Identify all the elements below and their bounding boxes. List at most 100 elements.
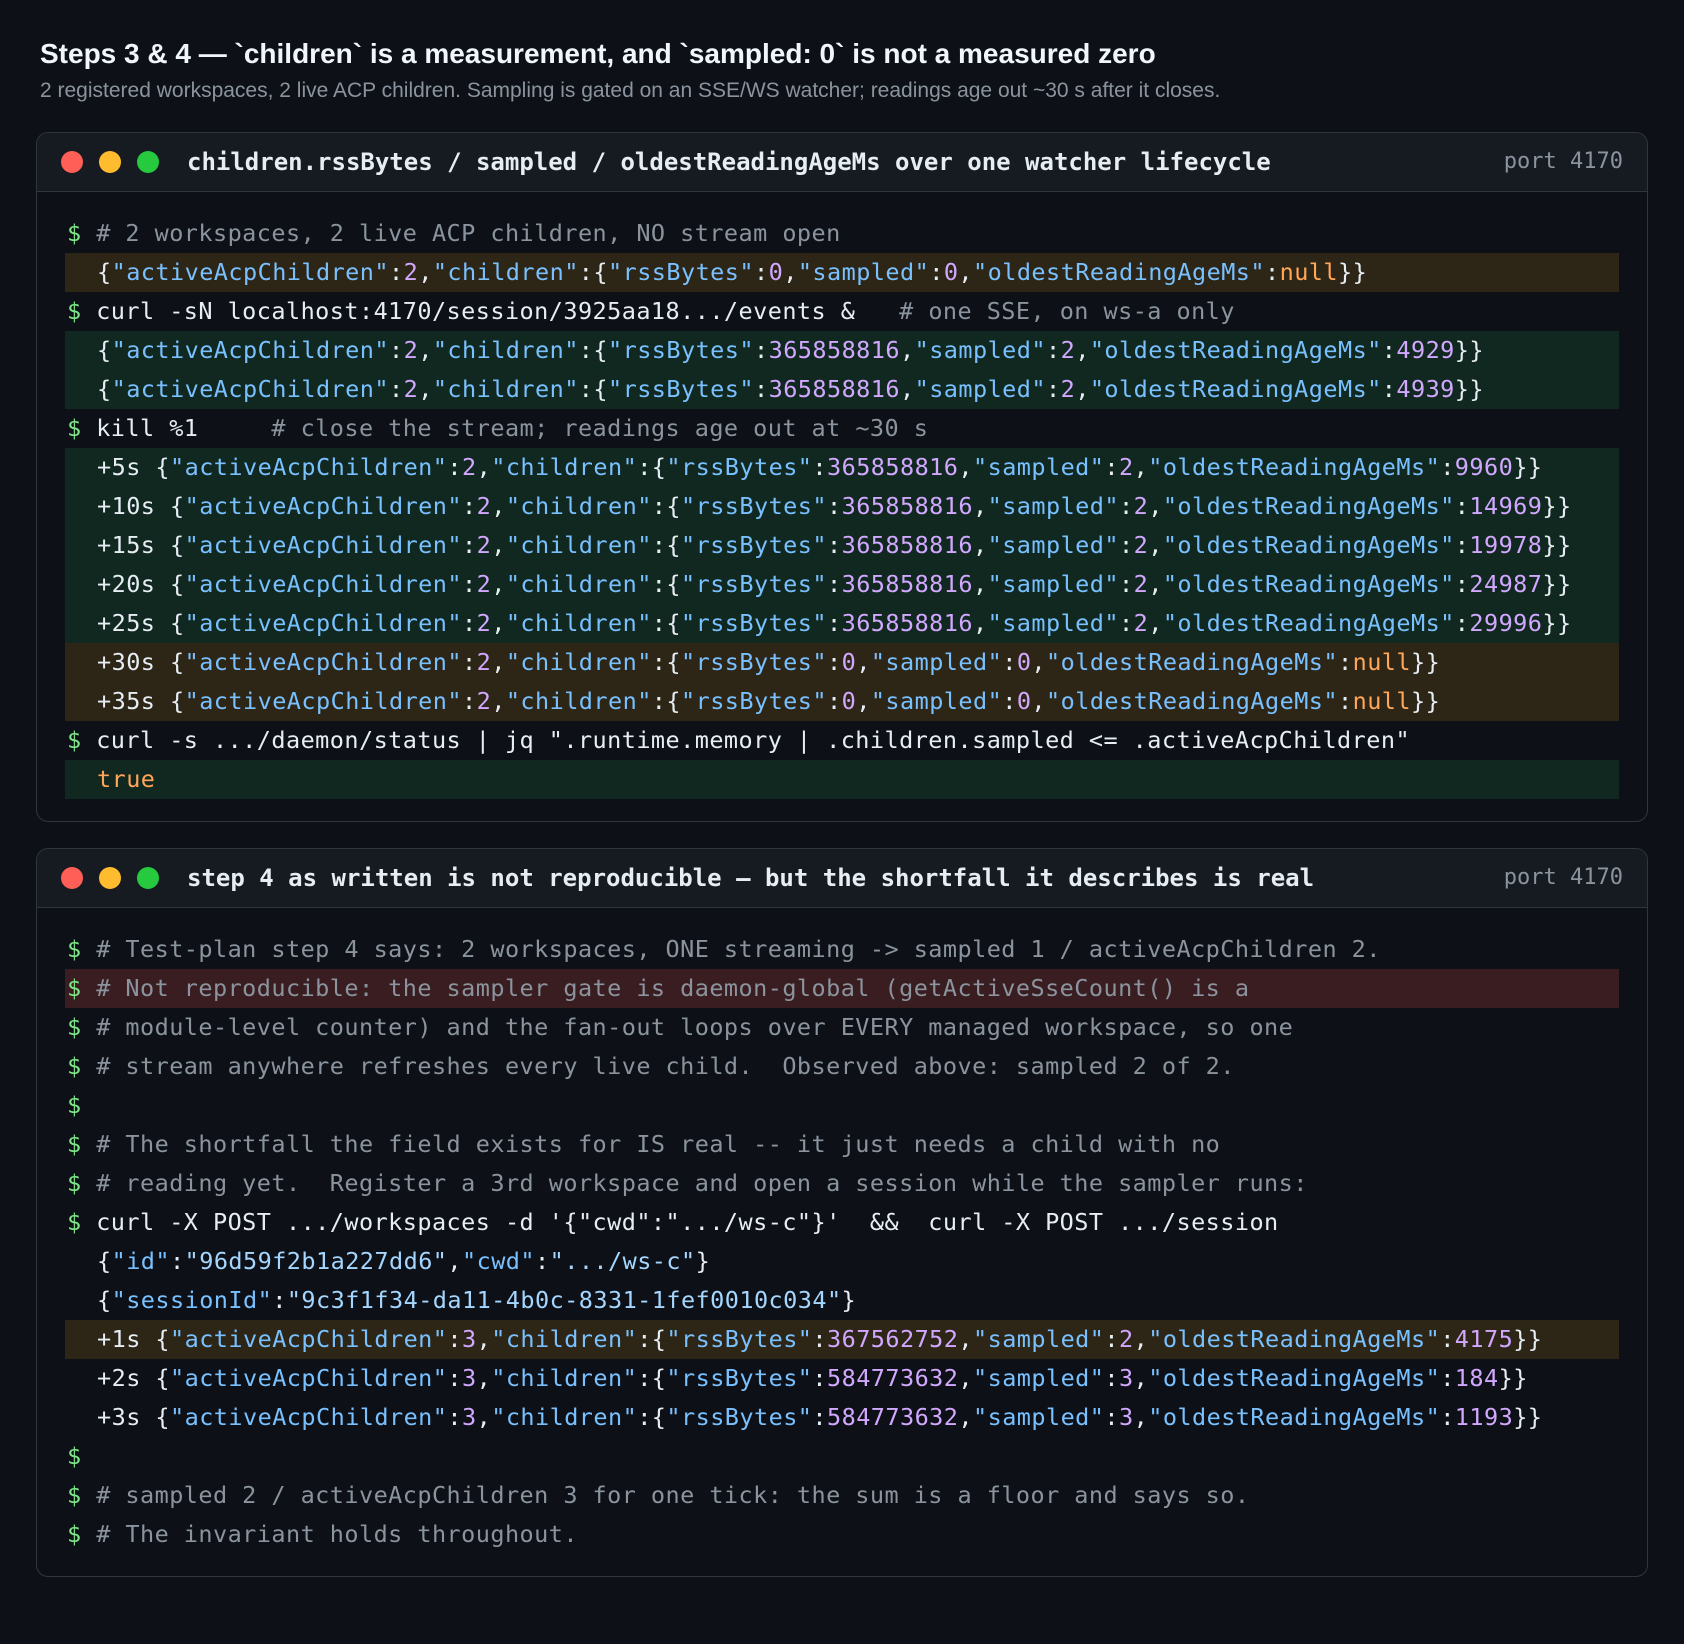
command-text: curl -X POST .../workspaces -d '{"cwd":"… (96, 1208, 1279, 1236)
json-punct: :{ (578, 375, 608, 403)
json-key: "children" (505, 492, 652, 520)
json-punct: { (155, 453, 171, 481)
json-punct: : (1002, 687, 1017, 715)
json-punct: , (491, 648, 506, 676)
output-line: {"activeAcpChildren":2,"children":{"rssB… (65, 370, 1619, 409)
json-punct: : (812, 1403, 827, 1431)
json-punct: { (97, 336, 112, 364)
json-key: "rssBytes" (681, 609, 827, 637)
json-value: 3 (462, 1325, 477, 1353)
json-value: 184 (1454, 1364, 1499, 1392)
json-key: "sampled" (973, 453, 1105, 481)
prompt-symbol: $ (67, 1130, 97, 1158)
terminal-title: step 4 as written is not reproducible — … (187, 864, 1315, 892)
json-value: 24987 (1469, 570, 1543, 598)
json-punct: , (972, 570, 988, 598)
output-line: {"activeAcpChildren":2,"children":{"rssB… (65, 331, 1619, 370)
close-window-icon[interactable] (61, 867, 83, 889)
json-punct: , (447, 1247, 463, 1275)
json-punct: : (812, 453, 827, 481)
json-punct: : (1454, 609, 1470, 637)
json-punct: { (155, 1325, 171, 1353)
json-punct: : (447, 453, 462, 481)
json-key: "rssBytes" (608, 336, 754, 364)
minimize-window-icon[interactable] (99, 151, 121, 173)
json-value: "96d59f2b1a227dd6" (184, 1247, 448, 1275)
json-punct: : (753, 258, 769, 286)
json-punct: , (476, 1403, 492, 1431)
json-key: "rssBytes" (681, 648, 827, 676)
json-key: "activeAcpChildren" (111, 375, 389, 403)
json-punct: : (1338, 687, 1353, 715)
json-value: true (97, 765, 156, 793)
json-punct: , (491, 492, 506, 520)
json-value: 0 (841, 648, 857, 676)
output-line: {"activeAcpChildren":2,"children":{"rssB… (65, 253, 1619, 292)
json-key: "children" (491, 1325, 638, 1353)
json-punct: , (1031, 648, 1047, 676)
prompt-symbol: $ (67, 1442, 97, 1470)
json-key: "sampled" (870, 687, 1003, 715)
json-punct: }} (1513, 1403, 1543, 1431)
json-punct: , (856, 648, 871, 676)
json-value: 2 (1133, 570, 1149, 598)
command-line: $ # sampled 2 / activeAcpChildren 3 for … (65, 1476, 1619, 1515)
json-punct: : (535, 1247, 550, 1275)
terminal-output[interactable]: $ # Test-plan step 4 says: 2 workspaces,… (37, 908, 1647, 1576)
json-punct: : (1381, 375, 1397, 403)
json-value: 2 (1060, 375, 1076, 403)
json-value: 2 (476, 492, 492, 520)
json-punct: : (1104, 453, 1119, 481)
json-key: "sessionId" (111, 1286, 273, 1314)
time-offset: +15s (97, 531, 170, 559)
maximize-window-icon[interactable] (137, 867, 159, 889)
json-punct: , (476, 1364, 492, 1392)
comment-text: # module-level counter) and the fan-out … (96, 1013, 1294, 1041)
json-key: "sampled" (973, 1325, 1105, 1353)
json-punct: : (170, 1247, 185, 1275)
close-window-icon[interactable] (61, 151, 83, 173)
json-punct: : (461, 687, 477, 715)
json-punct: , (418, 258, 433, 286)
json-value: 2 (476, 570, 492, 598)
json-punct: : (1440, 1325, 1455, 1353)
json-value: 365858816 (768, 336, 900, 364)
json-punct: , (972, 492, 988, 520)
json-punct: , (418, 375, 433, 403)
json-punct: }} (1542, 531, 1572, 559)
time-offset: +3s (97, 1403, 156, 1431)
json-key: "activeAcpChildren" (184, 570, 462, 598)
maximize-window-icon[interactable] (137, 151, 159, 173)
output-line: +2s {"activeAcpChildren":3,"children":{"… (65, 1359, 1619, 1398)
json-punct: : (826, 609, 842, 637)
comment-text: # Not reproducible: the sampler gate is … (96, 974, 1250, 1002)
port-label: port 4170 (1503, 865, 1623, 890)
json-punct: { (170, 609, 185, 637)
json-punct: , (972, 531, 988, 559)
json-key: "activeAcpChildren" (184, 648, 462, 676)
output-line: {"id":"96d59f2b1a227dd6","cwd":".../ws-c… (65, 1242, 1619, 1281)
json-key: "oldestReadingAgeMs" (1162, 492, 1455, 520)
page-subtitle: 2 registered workspaces, 2 live ACP chil… (40, 79, 1221, 102)
json-punct: : (1045, 336, 1061, 364)
output-line: +30s {"activeAcpChildren":2,"children":{… (65, 643, 1619, 682)
json-value: 3 (1119, 1403, 1134, 1431)
json-punct: }} (1542, 570, 1572, 598)
json-punct: , (958, 258, 974, 286)
prompt-symbol: $ (67, 297, 97, 325)
output-line: +10s {"activeAcpChildren":2,"children":{… (65, 487, 1619, 526)
json-value: 2 (476, 531, 492, 559)
minimize-window-icon[interactable] (99, 867, 121, 889)
command-line: $ curl -sN localhost:4170/session/3925aa… (65, 292, 1619, 331)
json-punct: , (1075, 336, 1090, 364)
json-key: "children" (432, 336, 579, 364)
json-punct: : (1440, 1403, 1455, 1431)
json-punct: : (272, 1286, 287, 1314)
json-punct: : (388, 258, 404, 286)
json-punct: }} (1513, 453, 1543, 481)
json-key: "sampled" (870, 648, 1003, 676)
json-value: 365858816 (768, 375, 900, 403)
json-value: 0 (841, 687, 857, 715)
json-value: 2 (403, 375, 419, 403)
terminal-output[interactable]: $ # 2 workspaces, 2 live ACP children, N… (37, 192, 1647, 821)
